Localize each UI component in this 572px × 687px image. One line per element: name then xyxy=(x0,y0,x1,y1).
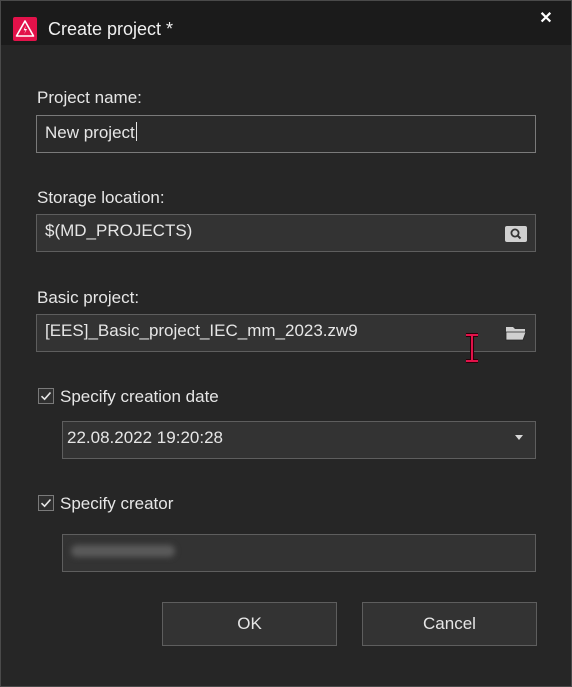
creator-checkbox[interactable] xyxy=(38,495,54,511)
basic-project-input[interactable]: [EES]_Basic_project_IEC_mm_2023.zw9 xyxy=(36,314,536,352)
creator-value-obscured xyxy=(71,545,175,557)
storage-location-input[interactable]: $(MD_PROJECTS) xyxy=(36,214,536,252)
ok-button[interactable]: OK xyxy=(162,602,337,646)
browse-search-icon[interactable] xyxy=(504,225,528,245)
project-name-value: New project xyxy=(45,123,135,142)
basic-project-label: Basic project: xyxy=(37,288,140,307)
window-title: Create project * xyxy=(48,19,174,39)
folder-open-icon[interactable] xyxy=(504,323,528,343)
creation-date-checkbox[interactable] xyxy=(38,388,54,404)
chevron-down-icon[interactable] xyxy=(515,435,523,440)
creator-label[interactable]: Specify creator xyxy=(60,494,173,514)
cancel-button[interactable]: Cancel xyxy=(362,602,537,646)
create-project-dialog: Create project * ✕ Project name: New pro… xyxy=(0,0,572,687)
project-name-input[interactable]: New project xyxy=(36,115,536,153)
project-name-label: Project name: xyxy=(37,88,142,107)
creation-date-dropdown[interactable]: 22.08.2022 19:20:28 xyxy=(62,421,536,459)
title-bar[interactable]: Create project * ✕ xyxy=(1,1,571,45)
storage-location-value: $(MD_PROJECTS) xyxy=(45,221,193,240)
warning-triangle-icon xyxy=(13,17,37,41)
text-caret xyxy=(135,122,137,141)
creation-date-value: 22.08.2022 19:20:28 xyxy=(67,428,223,447)
storage-location-label: Storage location: xyxy=(37,188,165,207)
creator-input[interactable] xyxy=(62,534,536,572)
close-icon[interactable]: ✕ xyxy=(532,7,560,31)
basic-project-value: [EES]_Basic_project_IEC_mm_2023.zw9 xyxy=(45,321,358,340)
creation-date-label[interactable]: Specify creation date xyxy=(60,387,219,407)
ibeam-cursor-icon xyxy=(463,333,481,368)
